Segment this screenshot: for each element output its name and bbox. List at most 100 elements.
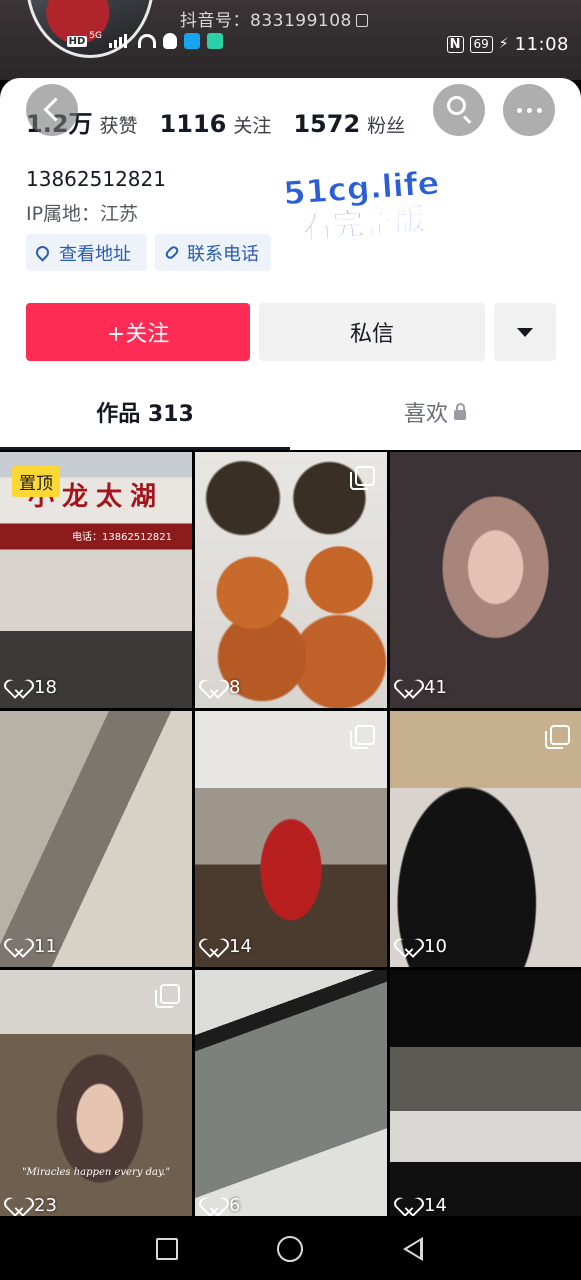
like-count: 41 (400, 677, 447, 698)
works-grid: 小龙太湖 电话：13862512821 置顶 18 8 41 11 14 10 … (0, 452, 581, 1226)
hd-icon: HD (66, 35, 88, 47)
like-count-value: 23 (34, 1195, 57, 1216)
app-notification-icon (183, 33, 200, 49)
view-address-label: 查看地址 (59, 243, 131, 265)
douyin-id[interactable]: 抖音号：833199108 (180, 6, 368, 31)
like-count-value: 8 (229, 677, 241, 698)
like-count-value: 18 (34, 677, 57, 698)
multi-image-icon (545, 725, 570, 749)
like-count-value: 14 (424, 1195, 447, 1216)
heart-icon (205, 680, 223, 696)
search-icon-handle (462, 115, 472, 124)
heart-icon (10, 680, 28, 696)
profile-card: 1.2万获赞 1116关注 1572粉丝 13862512821 IP属地：江苏… (0, 78, 581, 450)
profile-stats: 1.2万获赞 1116关注 1572粉丝 (26, 104, 405, 139)
like-count-value: 10 (424, 936, 447, 957)
video-thumbnail[interactable]: 8 (195, 452, 387, 708)
search-icon (447, 96, 466, 115)
like-count: 23 (10, 1195, 57, 1216)
like-count: 6 (205, 1195, 240, 1216)
multi-image-icon (350, 725, 375, 749)
app-notification-icon-2 (206, 33, 223, 49)
more-icon-dot (537, 108, 542, 113)
home-button[interactable] (277, 1236, 303, 1262)
system-navigation-bar (0, 1216, 581, 1280)
multi-image-icon (350, 466, 375, 490)
heart-icon (400, 939, 418, 955)
stat-label: 获赞 (99, 115, 138, 137)
message-button[interactable]: 私信 (259, 303, 485, 361)
like-count-value: 14 (229, 936, 252, 957)
link-icon (163, 244, 181, 261)
back-nav-button[interactable] (403, 1237, 423, 1261)
video-thumbnail[interactable]: 11 (0, 711, 192, 967)
video-thumbnail[interactable]: 14 (195, 711, 387, 967)
back-button[interactable] (26, 84, 78, 136)
status-left-icons: HD 5G (66, 31, 223, 49)
heart-icon (400, 1198, 418, 1214)
view-address-tag[interactable]: 查看地址 (26, 234, 147, 271)
wifi-icon (137, 34, 156, 48)
charging-icon: ⚡ (498, 36, 509, 52)
avatar[interactable] (26, 0, 154, 58)
stat-followers[interactable]: 1572 粉丝 (293, 110, 405, 138)
video-thumbnail[interactable]: 6 (195, 970, 387, 1226)
clock: 11:08 (514, 33, 569, 55)
heart-icon (205, 939, 223, 955)
like-count: 8 (205, 677, 240, 698)
stat-label: 关注 (233, 115, 272, 137)
bio-phone: 13862512821 (26, 167, 166, 191)
battery-icon: 69 (469, 35, 493, 53)
signal-icon (108, 34, 131, 48)
heart-icon (205, 1198, 223, 1214)
video-thumbnail[interactable]: 14 (390, 970, 581, 1226)
like-count-value: 6 (229, 1195, 241, 1216)
more-icon-dot (517, 108, 522, 113)
recommend-dropdown-button[interactable] (494, 303, 556, 361)
search-button[interactable] (433, 84, 485, 136)
profile-header-backdrop: 抖音号：833199108 HD 5G N 69 ⚡ 11:08 (0, 0, 581, 80)
tab-likes-label: 喜欢 (403, 402, 448, 427)
video-thumbnail[interactable]: "Miracles happen every day." 23 (0, 970, 192, 1226)
shop-sign-phone: 电话：13862512821 (72, 532, 172, 543)
like-count: 14 (400, 1195, 447, 1216)
like-count: 11 (10, 936, 57, 957)
active-tab-indicator (0, 447, 290, 450)
like-count-value: 41 (424, 677, 447, 698)
pinned-badge: 置顶 (12, 466, 60, 497)
watermark-overlay: 51cg.life 看完整版 (273, 163, 453, 248)
multi-image-icon (155, 984, 180, 1008)
tab-likes[interactable]: 喜欢 (290, 396, 580, 428)
like-count-value: 11 (34, 936, 57, 957)
like-count: 10 (400, 936, 447, 957)
recents-button[interactable] (156, 1238, 178, 1260)
like-count: 18 (10, 677, 57, 698)
lock-icon (454, 403, 466, 420)
heart-icon (10, 939, 28, 955)
qq-icon (162, 33, 177, 49)
follow-button[interactable]: +关注 (26, 303, 250, 361)
more-icon-dot (527, 108, 532, 113)
stat-following[interactable]: 1116 关注 (160, 110, 272, 138)
tab-works[interactable]: 作品 313 (0, 396, 290, 428)
heart-icon (10, 1198, 28, 1214)
more-button[interactable] (503, 84, 555, 136)
video-thumbnail[interactable]: 小龙太湖 电话：13862512821 置顶 18 (0, 452, 192, 708)
contact-phone-label: 联系电话 (187, 243, 259, 265)
status-bar: HD 5G N 69 ⚡ 11:08 (66, 31, 569, 55)
network-type: 5G (89, 31, 102, 41)
caret-down-icon (517, 327, 533, 337)
ip-location: IP属地：江苏 (26, 203, 139, 225)
like-count: 14 (205, 936, 252, 957)
heart-icon (400, 680, 418, 696)
contact-phone-tag[interactable]: 联系电话 (155, 234, 271, 271)
video-thumbnail[interactable]: 10 (390, 711, 581, 967)
douyin-id-text: 抖音号：833199108 (180, 11, 352, 31)
stat-value: 1572 (293, 110, 361, 138)
stat-value: 1116 (159, 110, 227, 138)
location-pin-icon (33, 243, 52, 262)
nfc-icon: N (446, 35, 464, 53)
photo-caption: "Miracles happen every day." (21, 1167, 171, 1178)
video-thumbnail[interactable]: 41 (390, 452, 581, 708)
copy-icon[interactable] (355, 14, 368, 27)
